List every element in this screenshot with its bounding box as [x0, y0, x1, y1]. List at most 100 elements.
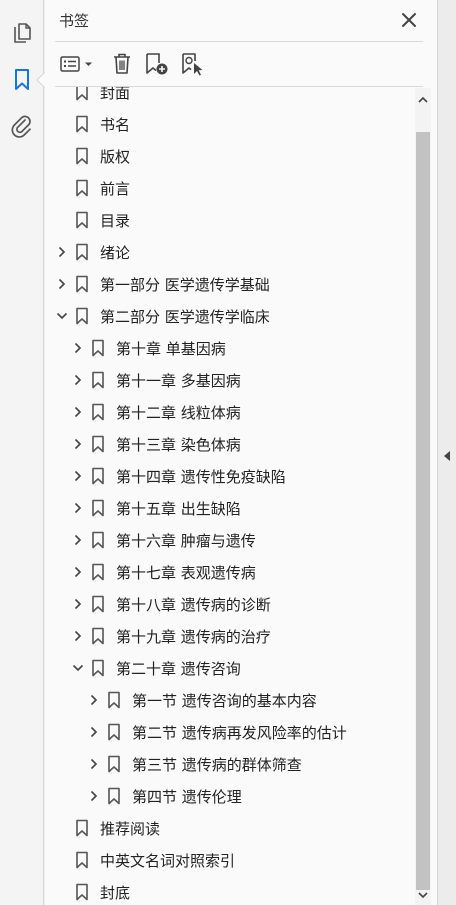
bookmark-item-icon [76, 275, 88, 293]
bookmark-row[interactable]: 封面 [45, 87, 415, 108]
bookmark-label: 第十九章 遗传病的治疗 [116, 627, 271, 646]
bookmark-item-icon [92, 339, 104, 357]
chevron-right-icon[interactable] [86, 692, 102, 708]
chevron-right-icon[interactable] [70, 628, 86, 644]
bookmark-item-icon [92, 499, 104, 517]
bookmark-item-icon [92, 435, 104, 453]
bookmark-label: 封面 [100, 87, 131, 102]
bookmark-row[interactable]: 中英文名词对照索引 [45, 844, 415, 876]
bookmark-row[interactable]: 封底 [45, 876, 415, 905]
chevron-right-icon[interactable] [70, 596, 86, 612]
chevron-down-icon[interactable] [54, 308, 70, 324]
bookmark-row[interactable]: 书名 [45, 108, 415, 140]
navigation-rail [0, 0, 45, 905]
bookmark-row[interactable]: 绪论 [45, 236, 415, 268]
bookmark-item-icon [92, 371, 104, 389]
bookmark-label: 第三节 遗传病的群体筛查 [132, 755, 302, 774]
delete-bookmark-button[interactable] [109, 50, 135, 78]
bookmark-label: 第十五章 出生缺陷 [116, 499, 241, 518]
bookmark-row[interactable]: 第一节 遗传咨询的基本内容 [45, 684, 415, 716]
bookmark-item-icon [76, 851, 88, 869]
bookmark-item-icon [92, 563, 104, 581]
panel-header: 书签 [45, 0, 437, 40]
bookmark-row[interactable]: 第十一章 多基因病 [45, 364, 415, 396]
bookmark-label: 第十四章 遗传性免疫缺陷 [116, 467, 286, 486]
bookmark-row[interactable]: 第十八章 遗传病的诊断 [45, 588, 415, 620]
chevron-right-icon[interactable] [70, 500, 86, 516]
bookmark-search-button[interactable] [179, 50, 207, 78]
bookmark-label: 第二部分 医学遗传学临床 [100, 307, 270, 326]
chevron-right-icon[interactable] [70, 404, 86, 420]
scrollbar-thumb[interactable] [416, 132, 430, 890]
scroll-up-button[interactable] [415, 92, 431, 108]
bookmark-row[interactable]: 第二节 遗传病再发风险率的估计 [45, 716, 415, 748]
bookmark-row[interactable]: 推荐阅读 [45, 812, 415, 844]
bookmark-row[interactable]: 第十七章 表观遗传病 [45, 556, 415, 588]
chevron-down-icon[interactable] [70, 660, 86, 676]
bookmark-row[interactable]: 第十六章 肿瘤与遗传 [45, 524, 415, 556]
bookmark-item-icon [108, 787, 120, 805]
pages-icon [14, 23, 31, 43]
bookmark-label: 第十八章 遗传病的诊断 [116, 595, 271, 614]
bookmark-search-icon [182, 53, 203, 76]
bookmark-item-icon [108, 691, 120, 709]
bookmark-row[interactable]: 第三节 遗传病的群体筛查 [45, 748, 415, 780]
bookmark-row[interactable]: 第二部分 医学遗传学临床 [45, 300, 415, 332]
bookmark-label: 第十二章 线粒体病 [116, 403, 241, 422]
bookmark-row[interactable]: 第十三章 染色体病 [45, 428, 415, 460]
chevron-right-icon[interactable] [86, 756, 102, 772]
chevron-right-icon[interactable] [70, 372, 86, 388]
panel-title: 书签 [59, 12, 90, 30]
bookmark-row[interactable]: 第十四章 遗传性免疫缺陷 [45, 460, 415, 492]
attachments-button[interactable] [8, 112, 36, 140]
bookmark-row[interactable]: 第二十章 遗传咨询 [45, 652, 415, 684]
tree-scrollbar[interactable] [415, 88, 431, 905]
chevron-right-icon[interactable] [70, 532, 86, 548]
bookmark-row[interactable]: 前言 [45, 172, 415, 204]
bookmark-label: 第十章 单基因病 [116, 339, 226, 358]
bookmark-row[interactable]: 第一部分 医学遗传学基础 [45, 268, 415, 300]
bookmark-row[interactable]: 目录 [45, 204, 415, 236]
close-panel-button[interactable] [399, 10, 419, 30]
bookmark-row[interactable]: 第十五章 出生缺陷 [45, 492, 415, 524]
bookmark-label: 第十七章 表观遗传病 [116, 563, 256, 582]
bookmark-item-icon [76, 883, 88, 901]
bookmark-label: 目录 [100, 211, 131, 230]
chevron-right-icon[interactable] [54, 244, 70, 260]
bookmark-label: 第一节 遗传咨询的基本内容 [132, 691, 317, 710]
new-bookmark-button[interactable] [143, 50, 171, 78]
options-menu-button[interactable] [59, 50, 97, 78]
chevron-right-icon[interactable] [54, 276, 70, 292]
chevron-right-icon[interactable] [70, 340, 86, 356]
right-pane-strip [437, 0, 456, 905]
bookmarks-button[interactable] [8, 66, 36, 94]
page-thumbnails-button[interactable] [8, 20, 36, 48]
bookmark-label: 版权 [100, 147, 131, 166]
scroll-down-button[interactable] [415, 887, 431, 903]
bookmark-label: 第十六章 肿瘤与遗传 [116, 531, 256, 550]
chevron-right-icon[interactable] [70, 564, 86, 580]
bookmark-row[interactable]: 第十二章 线粒体病 [45, 396, 415, 428]
chevron-right-icon[interactable] [86, 788, 102, 804]
attachment-icon [11, 115, 31, 138]
chevron-right-icon[interactable] [86, 724, 102, 740]
options-menu-icon [60, 56, 92, 72]
collapse-pane-button[interactable] [441, 448, 453, 464]
bookmark-row[interactable]: 版权 [45, 140, 415, 172]
chevron-right-icon[interactable] [70, 436, 86, 452]
bookmark-label: 绪论 [100, 243, 131, 262]
bookmark-tree: 封面书名版权前言目录绪论第一部分 医学遗传学基础第二部分 医学遗传学临床第十章 … [45, 87, 415, 905]
bookmark-row[interactable]: 第十九章 遗传病的治疗 [45, 620, 415, 652]
bookmarks-panel: 书签 封面 书名 版权 前言 目录 绪论 第一部分 医学遗传学基础 第二部分 医… [45, 0, 437, 905]
bookmark-item-icon [92, 659, 104, 677]
bookmark-tree-content: 封面书名版权前言目录绪论第一部分 医学遗传学基础第二部分 医学遗传学临床第十章 … [45, 87, 415, 905]
bookmark-item-icon [76, 307, 88, 325]
chevron-right-icon[interactable] [70, 468, 86, 484]
bookmark-row[interactable]: 第四节 遗传伦理 [45, 780, 415, 812]
bookmark-label: 前言 [100, 179, 131, 198]
bookmark-row[interactable]: 第十章 单基因病 [45, 332, 415, 364]
